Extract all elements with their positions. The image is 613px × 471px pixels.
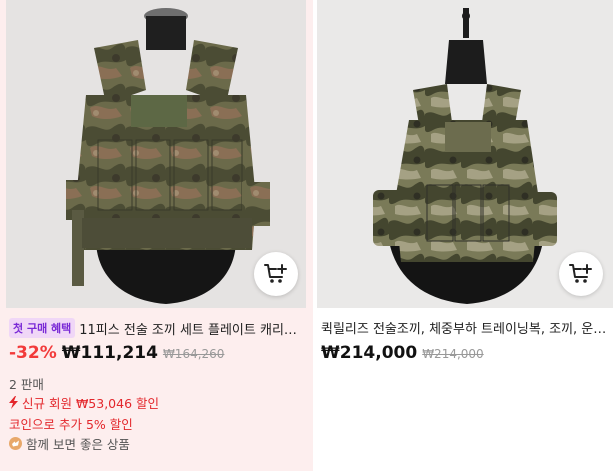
original-price: ₩164,260: [162, 347, 225, 361]
product-image[interactable]: [317, 0, 613, 308]
first-purchase-badge: 첫 구매 혜택: [9, 318, 76, 338]
lightning-icon: [9, 396, 18, 409]
sold-count: 2 판매: [9, 377, 44, 392]
product-title-row[interactable]: 퀵릴리즈 전술조끼, 체중부하 트레이닝복, 조끼, 운…: [321, 318, 611, 337]
product-image[interactable]: [6, 0, 306, 308]
new-member-discount: 신규 회원 ₩53,046 할인: [9, 393, 159, 412]
product-title[interactable]: 퀵릴리즈 전술조끼, 체중부하 트레이닝복, 조끼, 운…: [321, 318, 606, 337]
see-together-link[interactable]: 함께 보면 좋은 상품: [9, 434, 130, 453]
new-member-discount-text: 신규 회원 ₩53,046 할인: [22, 396, 160, 411]
sale-price: ₩111,214: [61, 343, 158, 363]
add-to-cart-icon: [264, 264, 287, 283]
discount-percent: -32%: [9, 343, 57, 363]
price-row: ₩214,000 ₩214,000: [321, 343, 484, 363]
add-to-cart-button[interactable]: [559, 252, 603, 296]
coin-discount: 코인으로 추가 5% 할인: [9, 417, 133, 432]
add-to-cart-button[interactable]: [254, 252, 298, 296]
original-price: ₩214,000: [422, 347, 484, 361]
product-card[interactable]: 첫 구매 혜택 11피스 전술 조끼 세트 플레이트 캐리… -32% ₩111…: [0, 0, 313, 471]
add-to-cart-icon: [569, 264, 592, 283]
product-card[interactable]: 퀵릴리즈 전술조끼, 체중부하 트레이닝복, 조끼, 운… ₩214,000 ₩…: [315, 0, 613, 471]
product-title-row[interactable]: 첫 구매 혜택 11피스 전술 조끼 세트 플레이트 캐리…: [9, 318, 301, 338]
recommend-icon: [9, 437, 22, 450]
sale-price: ₩214,000: [321, 343, 418, 363]
product-title[interactable]: 11피스 전술 조끼 세트 플레이트 캐리…: [79, 319, 297, 338]
product-grid: 첫 구매 혜택 11피스 전술 조끼 세트 플레이트 캐리… -32% ₩111…: [0, 0, 613, 471]
see-together-text[interactable]: 함께 보면 좋은 상품: [26, 434, 130, 453]
price-row: -32% ₩111,214 ₩164,260: [9, 343, 224, 363]
